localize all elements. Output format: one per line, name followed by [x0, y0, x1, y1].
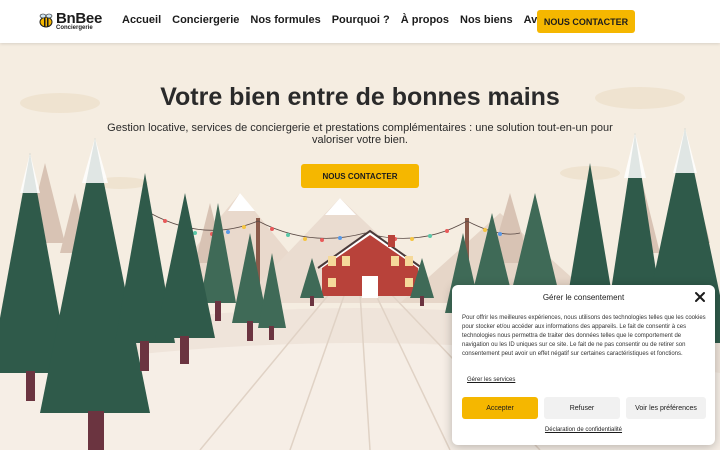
hero-subtitle: Gestion locative, services de concierger…: [107, 122, 613, 146]
nav-pourquoi[interactable]: Pourquoi ?: [332, 14, 390, 26]
nav-conciergerie[interactable]: Conciergerie: [172, 14, 239, 26]
privacy-statement-link[interactable]: Déclaration de confidentialité: [452, 427, 715, 433]
logo-subtitle: Conciergerie: [56, 25, 93, 31]
site-header: BnBee Conciergerie Accueil Conciergerie …: [0, 0, 720, 43]
logo[interactable]: BnBee Conciergerie: [37, 10, 102, 34]
consent-title: Gérer le consentement: [542, 293, 625, 302]
accept-button[interactable]: Accepter: [462, 397, 538, 419]
header-contact-button[interactable]: NOUS CONTACTER: [537, 10, 635, 33]
nav-accueil[interactable]: Accueil: [122, 14, 161, 26]
hero-title: Votre bien entre de bonnes mains: [160, 83, 560, 111]
consent-body: Pour offrir les meilleures expériences, …: [462, 315, 706, 357]
bee-icon: [39, 13, 53, 28]
nav-nos-formules[interactable]: Nos formules: [250, 14, 320, 26]
consent-dialog: Gérer le consentement Pour offrir les me…: [452, 285, 715, 445]
close-icon[interactable]: [694, 291, 706, 303]
view-preferences-button[interactable]: Voir les préférences: [626, 397, 706, 419]
hero-contact-button[interactable]: NOUS CONTACTER: [301, 164, 419, 188]
nav-a-propos[interactable]: À propos: [401, 14, 449, 26]
manage-services-link[interactable]: Gérer les services: [467, 377, 515, 383]
nav-nos-biens[interactable]: Nos biens: [460, 14, 513, 26]
main-nav: Accueil Conciergerie Nos formules Pourqu…: [122, 14, 557, 26]
refuse-button[interactable]: Refuser: [544, 397, 620, 419]
